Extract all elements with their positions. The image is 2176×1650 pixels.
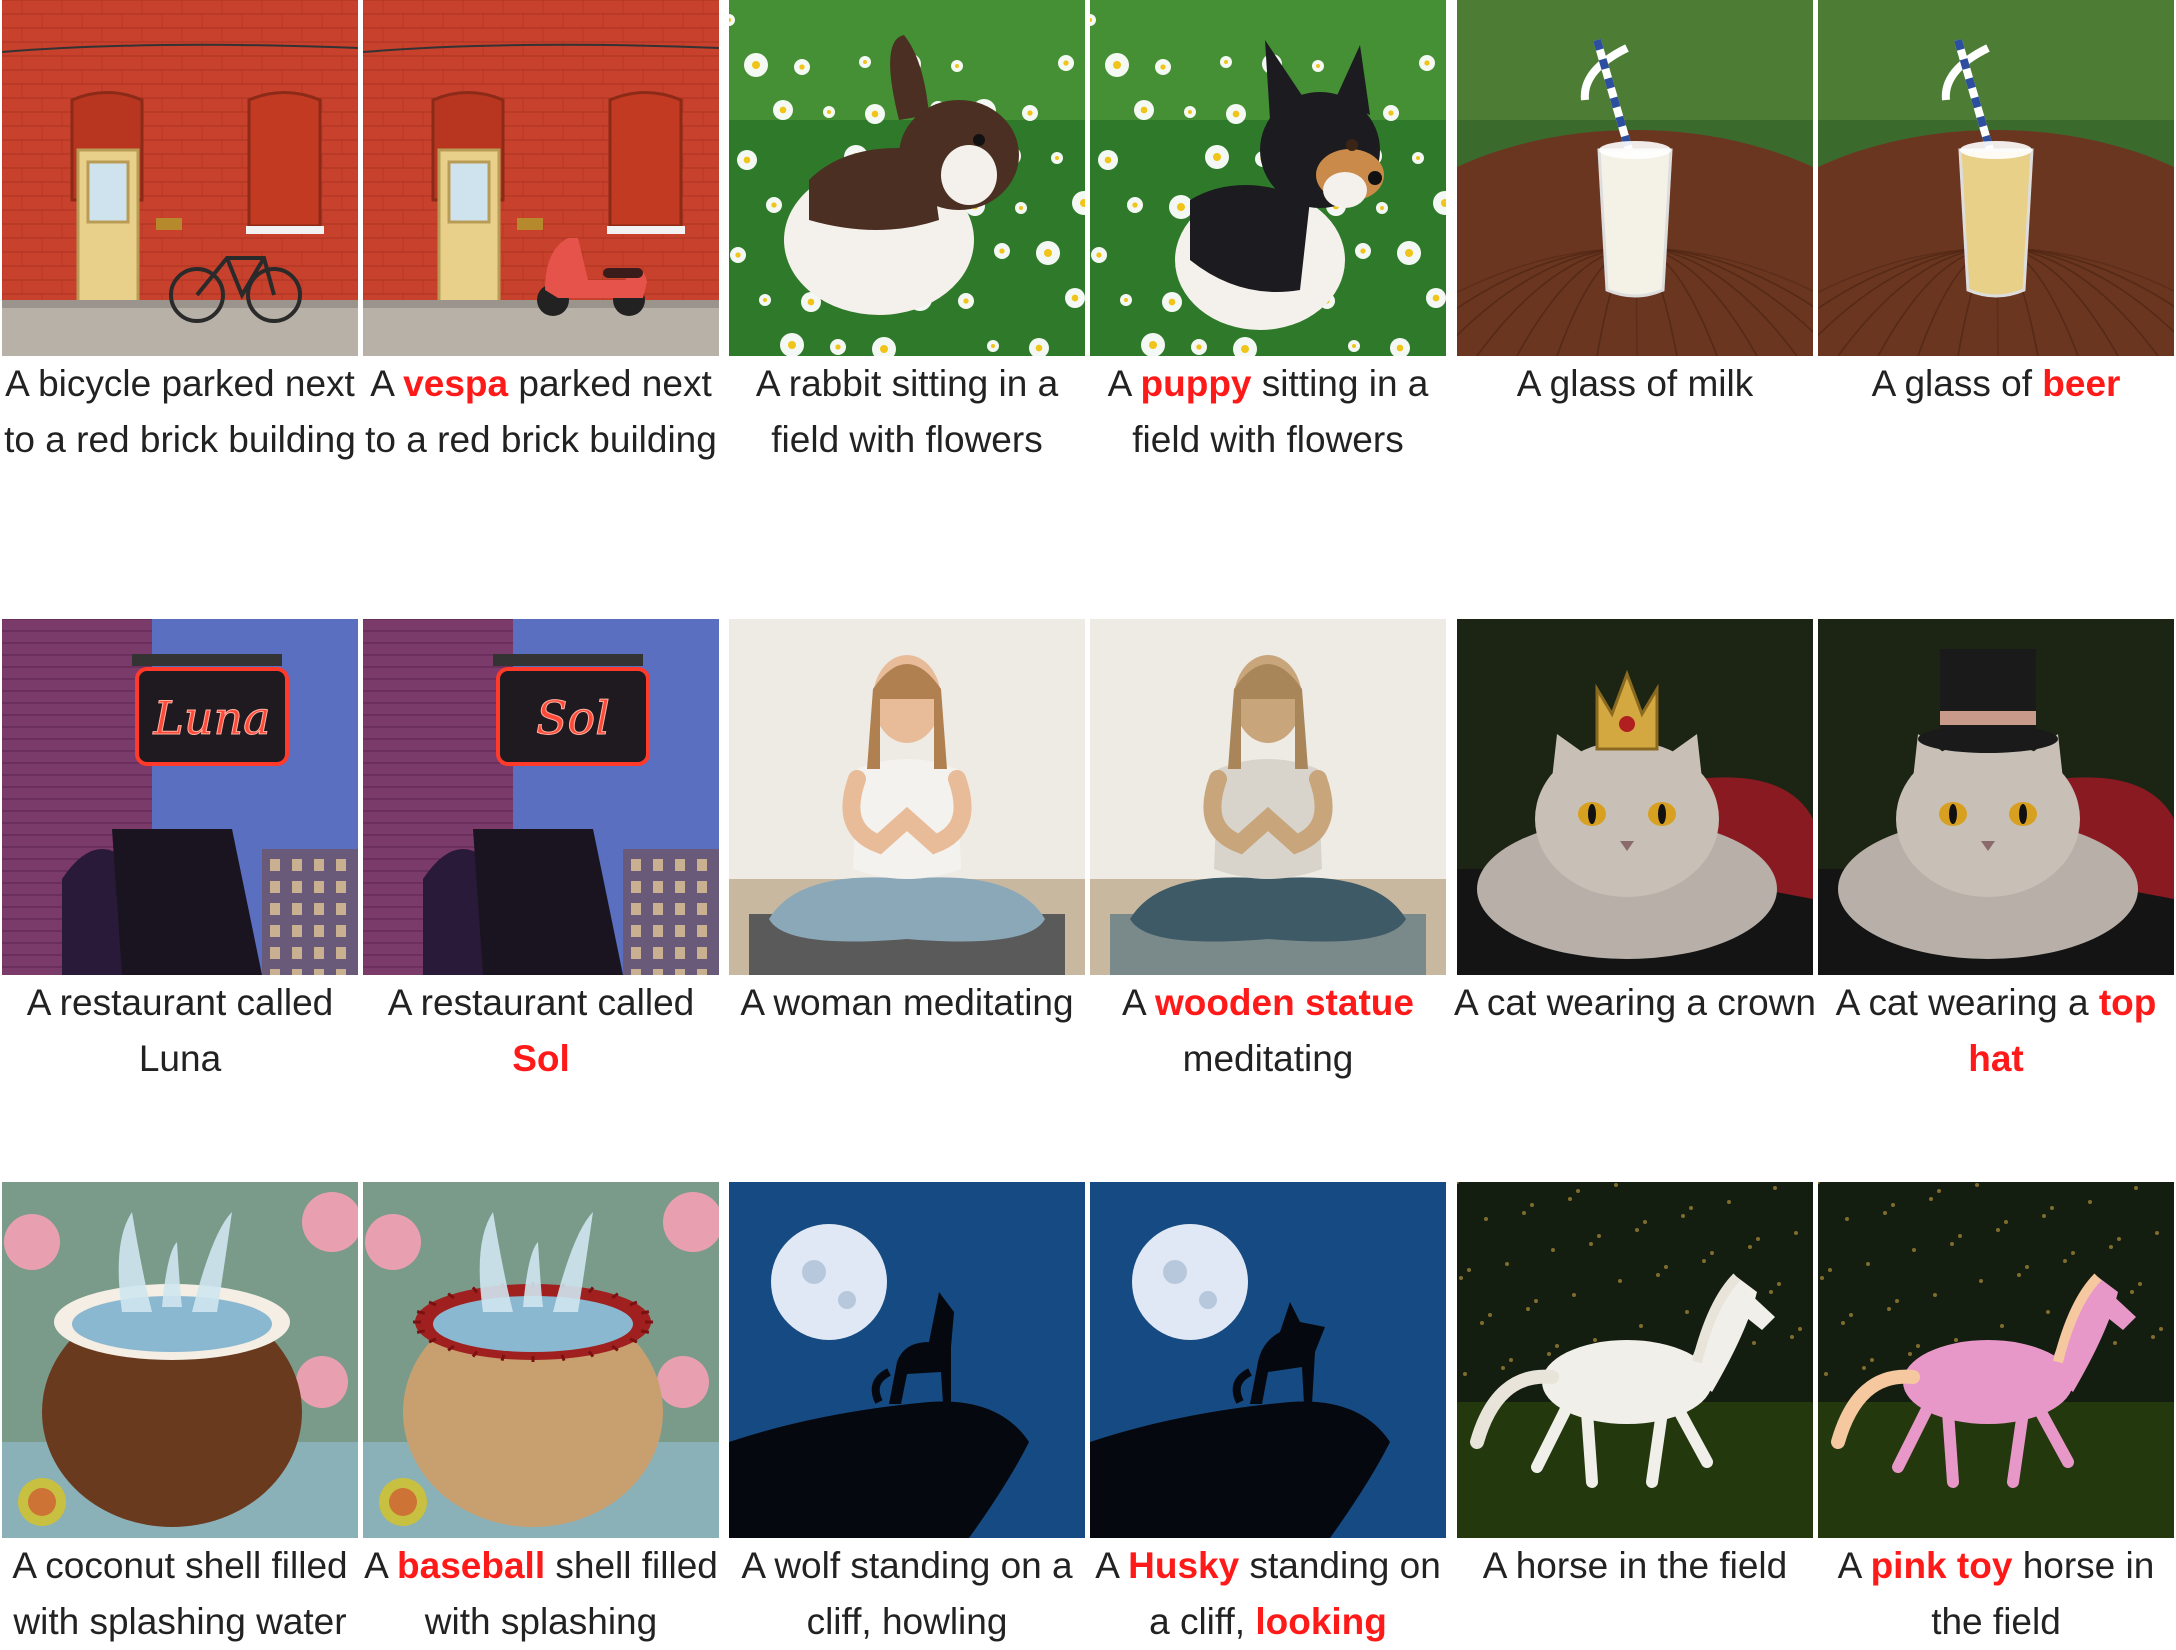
generated-image-glass-beer xyxy=(1818,0,2174,356)
svg-text:Sol: Sol xyxy=(536,691,610,745)
caption-highlight: puppy xyxy=(1140,363,1252,404)
generated-image-brick-bicycle xyxy=(2,0,358,356)
generated-image-rabbit-field xyxy=(729,0,1085,356)
image-caption: A restaurant called Luna xyxy=(0,975,364,1087)
thumbnail-image xyxy=(1090,619,1446,975)
caption-text: A cat wearing a crown xyxy=(1454,982,1816,1023)
thumbnail-image xyxy=(1457,619,1813,975)
generated-image-woman-meditating xyxy=(729,619,1085,975)
caption-highlight: vespa xyxy=(403,363,509,404)
caption-text: A rabbit sitting in a field with flowers xyxy=(755,363,1059,460)
thumbnail-image xyxy=(1090,0,1446,356)
thumbnail-image xyxy=(729,619,1085,975)
image-caption-grid: A bicycle parked next to a red brick bui… xyxy=(0,0,2176,1642)
thumbnail-image xyxy=(1457,0,1813,356)
thumbnail-image: Sol xyxy=(363,619,719,975)
generated-image-neon-sign: Sol xyxy=(363,619,719,975)
thumbnail-image xyxy=(2,0,358,356)
caption-text: A xyxy=(1107,363,1141,404)
generated-image-brick-vespa xyxy=(363,0,719,356)
image-caption: A restaurant called Sol xyxy=(357,975,725,1087)
caption-text: A horse in the field xyxy=(1482,1545,1788,1586)
caption-text: A xyxy=(1122,982,1155,1023)
caption-text: A coconut shell filled with splashing wa… xyxy=(12,1545,348,1642)
generated-image-puppy-field xyxy=(1090,0,1446,356)
image-caption: A baseball shell filled with splashing xyxy=(357,1538,725,1650)
generated-image-cat-tophat xyxy=(1818,619,2174,975)
caption-text: A woman meditating xyxy=(740,982,1074,1023)
image-caption: A cat wearing a crown xyxy=(1451,975,1819,1031)
caption-highlight: Sol xyxy=(512,1038,570,1079)
thumbnail-image xyxy=(1090,1182,1446,1538)
image-caption: A glass of milk xyxy=(1451,356,1819,412)
caption-text: A bicycle parked next to a red brick bui… xyxy=(4,363,356,460)
thumbnail-image xyxy=(1818,0,2174,356)
generated-image-glass-milk xyxy=(1457,0,1813,356)
caption-text: A restaurant called xyxy=(387,982,695,1023)
caption-text: A xyxy=(370,363,404,404)
caption-highlight: pink toy xyxy=(1870,1545,2013,1586)
caption-text: A glass of milk xyxy=(1516,363,1754,404)
caption-text: A xyxy=(1095,1545,1129,1586)
generated-image-white-horse xyxy=(1457,1182,1813,1538)
thumbnail-image xyxy=(729,0,1085,356)
caption-text: A glass of xyxy=(1871,363,2043,404)
caption-text: meditating xyxy=(1182,1038,1354,1079)
thumbnail-image xyxy=(1818,619,2174,975)
thumbnail-image xyxy=(2,1182,358,1538)
thumbnail-image: Luna xyxy=(2,619,358,975)
image-caption: A glass of beer xyxy=(1812,356,2176,412)
generated-image-neon-sign: Luna xyxy=(2,619,358,975)
generated-image-statue-meditating xyxy=(1090,619,1446,975)
image-caption: A rabbit sitting in a field with flowers xyxy=(723,356,1091,468)
thumbnail-image xyxy=(363,0,719,356)
image-caption: A wolf standing on a cliff, howling xyxy=(723,1538,1091,1650)
caption-highlight: Husky xyxy=(1128,1545,1240,1586)
generated-image-pink-horse xyxy=(1818,1182,2174,1538)
image-caption: A bicycle parked next to a red brick bui… xyxy=(0,356,364,468)
caption-highlight: beer xyxy=(2042,363,2121,404)
thumbnail-image xyxy=(729,1182,1085,1538)
caption-text: A restaurant called Luna xyxy=(26,982,334,1079)
caption-text: A xyxy=(1837,1545,1871,1586)
generated-image-cat-crown xyxy=(1457,619,1813,975)
caption-text: A cat wearing a xyxy=(1835,982,2099,1023)
generated-image-wolf-moon xyxy=(729,1182,1085,1538)
image-caption: A puppy sitting in a field with flowers xyxy=(1084,356,1452,468)
image-caption: A wooden statue meditating xyxy=(1084,975,1452,1087)
thumbnail-image xyxy=(1457,1182,1813,1538)
caption-text: A xyxy=(364,1545,398,1586)
thumbnail-image xyxy=(363,1182,719,1538)
generated-image-coconut-splash xyxy=(2,1182,358,1538)
thumbnail-image xyxy=(1818,1182,2174,1538)
image-caption: A horse in the field xyxy=(1451,1538,1819,1594)
image-caption: A woman meditating xyxy=(723,975,1091,1031)
generated-image-husky-moon xyxy=(1090,1182,1446,1538)
image-caption: A cat wearing a top hat xyxy=(1812,975,2176,1087)
caption-highlight: looking xyxy=(1255,1601,1387,1642)
image-caption: A pink toy horse in the field xyxy=(1812,1538,2176,1650)
image-caption: A vespa parked next to a red brick build… xyxy=(357,356,725,468)
image-caption: A Husky standing on a cliff, looking xyxy=(1084,1538,1452,1650)
caption-text: A wolf standing on a cliff, howling xyxy=(741,1545,1073,1642)
svg-text:Luna: Luna xyxy=(152,691,270,745)
caption-highlight: baseball xyxy=(397,1545,546,1586)
caption-highlight: wooden statue xyxy=(1154,982,1414,1023)
generated-image-baseball-splash xyxy=(363,1182,719,1538)
image-caption: A coconut shell filled with splashing wa… xyxy=(0,1538,364,1650)
